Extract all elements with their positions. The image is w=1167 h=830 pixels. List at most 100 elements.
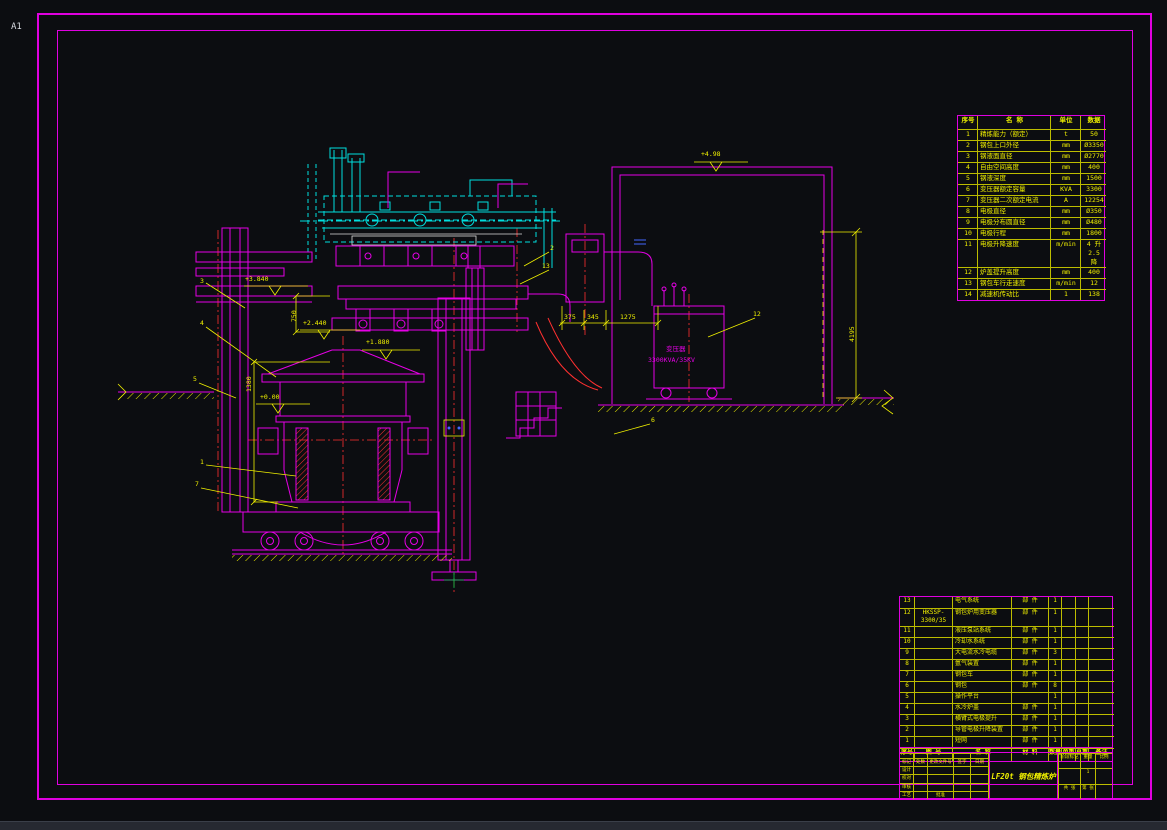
table-cell: mm (1051, 267, 1081, 278)
table-cell (1062, 597, 1076, 608)
leader-lines (199, 252, 755, 508)
table-cell: 电极行程 (978, 228, 1051, 239)
table-cell: 2 (900, 725, 915, 736)
table-cell (1076, 725, 1089, 736)
table-cell: 横臂式电极提升 (953, 714, 1012, 725)
table-cell: m/min (1051, 278, 1081, 289)
table-cell (915, 725, 953, 736)
table-row: 7变压器二次额定电流A12254 (958, 195, 1104, 206)
table-cell (954, 766, 971, 774)
table-cell: Ø2770 (1081, 151, 1106, 162)
table-row: 3钢液面直径mmØ2770 (958, 151, 1104, 162)
table-row: 阶段标记重量比例 (1058, 753, 1112, 768)
table-cell (1089, 714, 1114, 725)
table-cell (1062, 681, 1076, 692)
table-cell (928, 766, 954, 774)
cad-sheet: A1 (0, 0, 1167, 830)
table-cell: 批准 (928, 791, 954, 799)
table-cell: 400 (1081, 162, 1106, 173)
table-row: 共 张第 张 (1058, 784, 1112, 799)
table-row: 8电极直径mmØ350 (958, 206, 1104, 217)
table-cell: 设计 (900, 766, 914, 774)
table-cell: 12 (900, 608, 915, 626)
table-cell: 4 (900, 703, 915, 714)
table-row: 校对 (900, 774, 989, 782)
table-cell (1076, 637, 1089, 648)
table-cell: 5 (958, 173, 978, 184)
table-cell: 1 (1049, 670, 1062, 681)
table-cell: 部 件 (1012, 608, 1049, 626)
table-cell: 自由空间高度 (978, 162, 1051, 173)
table-cell: 1 (1049, 692, 1062, 703)
table-cell: 6 (958, 184, 978, 195)
table-row: 1精炼能力（额定）t50 (958, 129, 1104, 140)
table-cell: mm (1051, 151, 1081, 162)
table-cell: 比例 (1095, 753, 1112, 768)
table-cell: 13 (958, 278, 978, 289)
table-row: 1短网部 件1 (900, 736, 1112, 747)
table-cell: Ø3350 (1081, 140, 1106, 151)
table-row: 2钢包上口外径mmØ3350 (958, 140, 1104, 151)
table-cell: 400 (1081, 267, 1106, 278)
dimensions (244, 162, 862, 505)
table-row: 9电极分布圆直径mmØ480 (958, 217, 1104, 228)
table-cell: 液压泵站系统 (953, 626, 1012, 637)
table-cell: 名 称 (978, 116, 1051, 129)
table-cell: 部 件 (1012, 670, 1049, 681)
table-cell (1058, 768, 1080, 783)
table-cell (954, 791, 971, 799)
table-cell: 11 (900, 626, 915, 637)
table-cell (1076, 670, 1089, 681)
table-cell (915, 681, 953, 692)
table-cell (1095, 784, 1112, 799)
table-row: 13钢包车行走速度m/min12 (958, 278, 1104, 289)
table-cell (971, 791, 989, 799)
table-cell: 6 (900, 681, 915, 692)
ground-hatching (118, 384, 894, 561)
table-cell: mm (1051, 173, 1081, 184)
table-cell: 钢包上口外径 (978, 140, 1051, 151)
table-cell: Ø480 (1081, 217, 1106, 228)
table-cell (971, 774, 989, 782)
table-cell: 13 (900, 597, 915, 608)
table-cell: 电极升降速度 (978, 239, 1051, 267)
table-cell: 9 (900, 648, 915, 659)
table-cell: 4 (958, 162, 978, 173)
parameter-table: 序号名 称单位数据 1精炼能力（额定）t502钢包上口外径mmØ33503钢液面… (957, 115, 1105, 301)
table-cell: 冷却水系统 (953, 637, 1012, 648)
bom-table: 13电气系统部 件112HKSSP-3300/35钢包炉用变压器部 件111液压… (899, 596, 1113, 762)
table-row: 11电极升降速度m/min4 升 2.5 降 (958, 239, 1104, 267)
table-cell: 更改文件号 (928, 758, 954, 766)
table-row: 10冷却水系统部 件1 (900, 637, 1112, 648)
portal-frame (612, 167, 832, 404)
table-cell: 审核 (900, 783, 914, 791)
table-cell: 8 (900, 659, 915, 670)
table-cell: 部 件 (1012, 597, 1049, 608)
table-cell: 校对 (900, 774, 914, 782)
table-cell: HKSSP-3300/35 (915, 608, 953, 626)
table-row: 2导管电极升降装置部 件1 (900, 725, 1112, 736)
table-cell (915, 648, 953, 659)
table-cell: 钢液深度 (978, 173, 1051, 184)
table-cell: 水冷炉盖 (953, 703, 1012, 714)
table-cell (1062, 703, 1076, 714)
table-cell (1076, 692, 1089, 703)
table-cell: 日期 (971, 758, 989, 766)
electrode-arm-assembly (332, 246, 528, 350)
table-cell (1076, 681, 1089, 692)
table-cell (1089, 648, 1114, 659)
table-cell (1089, 736, 1114, 747)
table-cell: 1 (1049, 626, 1062, 637)
table-cell: 5 (900, 692, 915, 703)
table-cell: mm (1051, 206, 1081, 217)
table-cell (1089, 608, 1114, 626)
table-cell: 3 (958, 151, 978, 162)
table-cell (1062, 608, 1076, 626)
table-cell: 3 (1049, 648, 1062, 659)
table-cell: 12 (958, 267, 978, 278)
table-cell: 7 (958, 195, 978, 206)
title-block-stage-area: 阶段标记重量比例1共 张第 张 (1058, 753, 1112, 799)
table-row: 11液压泵站系统部 件1 (900, 626, 1112, 637)
parameter-table-body: 1精炼能力（额定）t502钢包上口外径mmØ33503钢液面直径mmØ27704… (958, 129, 1104, 300)
table-row: 6钢包部 件8 (900, 681, 1112, 692)
